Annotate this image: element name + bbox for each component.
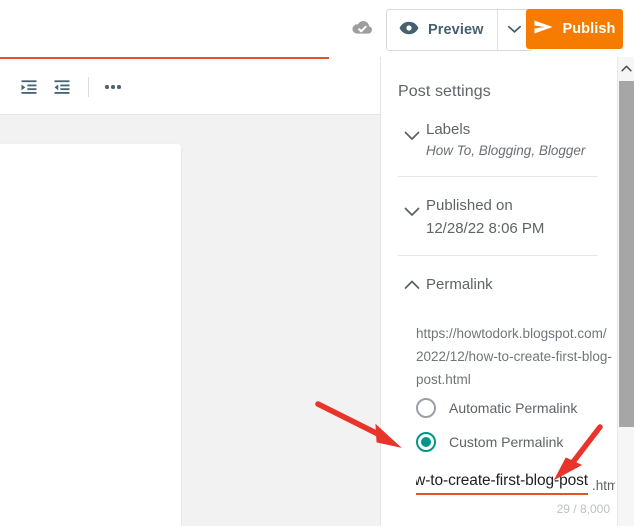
post-settings-panel: Post settings Labels How To, Blogging, B… [380,57,634,526]
eye-icon [399,20,419,41]
scrollbar-thumb[interactable] [619,81,634,427]
indent-decrease-icon[interactable] [47,72,77,102]
setting-labels-value: How To, Blogging, Blogger [426,143,586,158]
post-title-underline [0,57,329,59]
radio-custom-permalink-label: Custom Permalink [449,434,564,450]
permalink-url-text: https://howtodork.blogspot.com/2022/12/h… [416,326,612,387]
setting-labels-title: Labels [426,121,471,138]
blogger-post-editor: Preview Publish Post settings Labels How… [0,0,634,526]
send-icon [533,19,554,40]
setting-published-on-value: 12/28/22 8:06 PM [426,220,545,237]
more-options-dots [105,85,121,89]
setting-row-permalink[interactable]: Permalink [398,256,615,308]
setting-row-published-on[interactable]: Published on 12/28/22 8:06 PM [398,177,615,255]
preview-button-group: Preview [386,9,533,51]
permalink-extension-label: .html [592,478,615,493]
preview-button-label: Preview [428,22,484,38]
editor-topbar: Preview Publish [330,0,634,57]
chevron-up-icon [620,59,632,77]
post-body-card[interactable] [0,144,181,526]
setting-published-on-title: Published on [426,197,513,214]
chevron-down-icon[interactable] [398,195,426,217]
panel-scrollbar[interactable] [617,57,634,526]
permalink-input-wrap: .html [416,472,615,495]
radio-automatic-permalink[interactable]: Automatic Permalink [416,391,615,425]
permalink-character-counter: 29 / 8,000 [556,502,610,516]
radio-automatic-permalink-label: Automatic Permalink [449,400,578,416]
chevron-down-icon [508,21,521,39]
setting-labels-text: Labels How To, Blogging, Blogger [426,119,615,161]
panel-title: Post settings [398,83,491,100]
radio-custom-permalink[interactable]: Custom Permalink [416,425,615,459]
cloud-check-icon [347,16,375,40]
toolbar-divider [88,77,89,97]
chevron-up-icon[interactable] [398,280,426,290]
publish-button-label: Publish [562,21,616,37]
radio-button-unselected-icon[interactable] [416,398,436,418]
publish-button[interactable]: Publish [526,9,623,49]
setting-published-on-text: Published on 12/28/22 8:06 PM [426,195,615,240]
editor-region [0,0,380,526]
scroll-up-button[interactable] [618,57,634,79]
more-options-icon[interactable] [98,72,128,102]
radio-button-selected-icon[interactable] [416,432,436,452]
chevron-down-icon[interactable] [398,119,426,141]
editor-toolbar [0,60,380,114]
indent-increase-icon[interactable] [14,72,44,102]
post-settings-scroll-content: Post settings Labels How To, Blogging, B… [381,57,615,526]
setting-row-labels[interactable]: Labels How To, Blogging, Blogger [398,101,615,176]
custom-permalink-input[interactable] [416,472,588,495]
setting-permalink-title: Permalink [426,276,493,293]
preview-button[interactable]: Preview [387,10,497,50]
editor-canvas[interactable] [0,114,380,526]
